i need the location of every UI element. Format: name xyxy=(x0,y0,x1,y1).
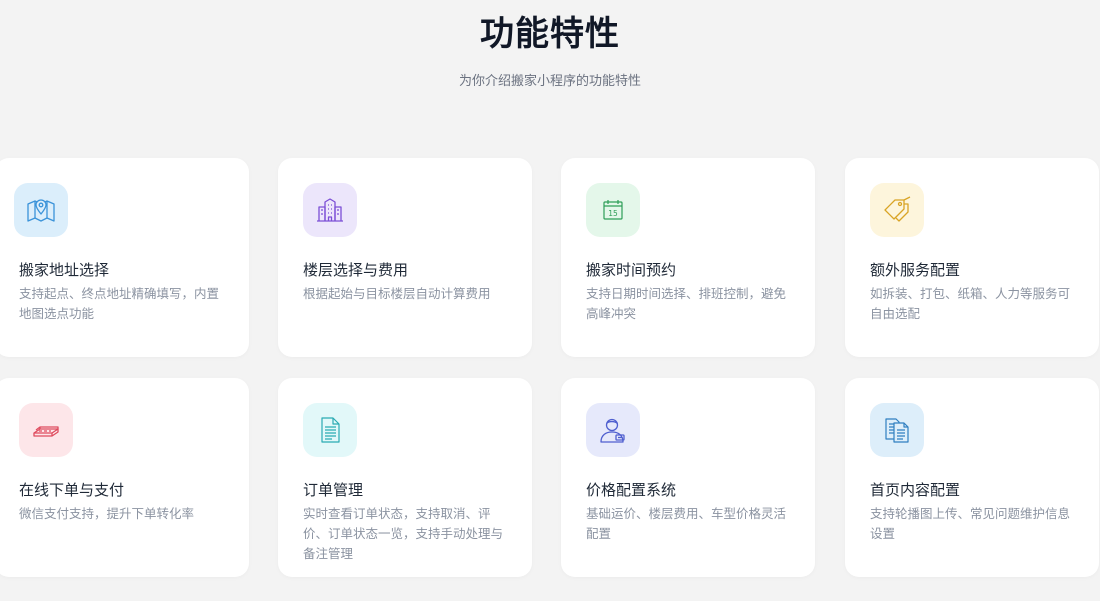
icon-box xyxy=(19,403,73,457)
feature-card-schedule: 15 搬家时间预约 支持日期时间选择、排班控制，避免高峰冲突 xyxy=(561,158,815,357)
feature-desc: 支持日期时间选择、排班控制，避免高峰冲突 xyxy=(586,286,787,321)
map-icon xyxy=(27,199,55,222)
page-title: 功能特性 xyxy=(480,14,620,54)
feature-desc: 实时查看订单状态，支持取消、评价、订单状态一览，支持手动处理与备注管理 xyxy=(303,506,504,561)
feature-title: 额外服务配置 xyxy=(870,261,961,279)
feature-title: 搬家时间预约 xyxy=(586,261,677,279)
feature-card-orders: 订单管理 实时查看订单状态，支持取消、评价、订单状态一览，支持手动处理与备注管理 xyxy=(278,378,532,577)
feature-title: 搬家地址选择 xyxy=(19,261,110,279)
user-admin-icon xyxy=(600,418,625,443)
icon-box xyxy=(870,403,924,457)
icon-box: 15 xyxy=(586,183,640,237)
feature-card-pricing: 价格配置系统 基础运价、楼层费用、车型价格灵活配置 xyxy=(561,378,815,577)
tags-icon xyxy=(884,196,911,222)
documents-icon xyxy=(885,418,909,443)
feature-title: 楼层选择与费用 xyxy=(303,261,409,279)
feature-title: 首页内容配置 xyxy=(870,481,961,499)
feature-card-payment: 在线下单与支付 微信支付支持，提升下单转化率 xyxy=(0,378,249,577)
icon-box xyxy=(14,183,68,237)
feature-title: 价格配置系统 xyxy=(586,481,677,499)
cash-icon xyxy=(33,426,59,437)
icon-box xyxy=(303,403,357,457)
icon-box xyxy=(586,403,640,457)
feature-desc: 根据起始与目标楼层自动计算费用 xyxy=(303,286,491,301)
page-subtitle: 为你介绍搬家小程序的功能特性 xyxy=(458,74,641,89)
feature-desc: 微信支付支持，提升下单转化率 xyxy=(19,506,195,521)
building-icon xyxy=(317,198,343,222)
feature-card-services: 额外服务配置 如拆装、打包、纸箱、人力等服务可自由选配 xyxy=(845,158,1099,357)
calendar-day-text: 15 xyxy=(608,209,618,218)
calendar-icon: 15 xyxy=(603,200,623,220)
feature-desc: 支持轮播图上传、常见问题维护信息设置 xyxy=(870,506,1071,541)
document-icon xyxy=(321,417,340,443)
feature-title: 在线下单与支付 xyxy=(19,481,125,499)
feature-card-homepage: 首页内容配置 支持轮播图上传、常见问题维护信息设置 xyxy=(845,378,1099,577)
feature-desc: 如拆装、打包、纸箱、人力等服务可自由选配 xyxy=(870,286,1071,321)
feature-desc: 基础运价、楼层费用、车型价格灵活配置 xyxy=(586,506,787,541)
icon-box xyxy=(303,183,357,237)
feature-card-address: 搬家地址选择 支持起点、终点地址精确填写，内置地图选点功能 xyxy=(0,158,249,357)
feature-card-floor: 楼层选择与费用 根据起始与目标楼层自动计算费用 xyxy=(278,158,532,357)
feature-desc: 支持起点、终点地址精确填写，内置地图选点功能 xyxy=(19,286,220,321)
feature-title: 订单管理 xyxy=(303,481,364,499)
icon-box xyxy=(870,183,924,237)
